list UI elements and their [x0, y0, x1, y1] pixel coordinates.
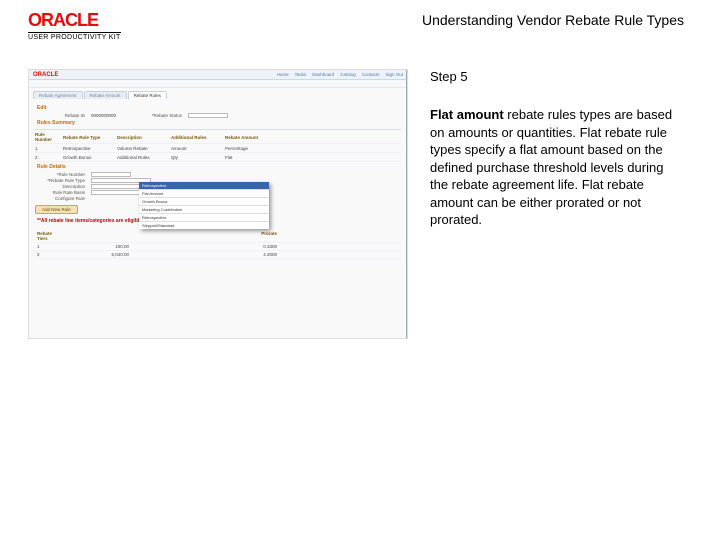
oracle-wordmark: ORACLE — [28, 10, 121, 31]
instruction-panel: Step 5 Flat amount rebate rules types ar… — [430, 69, 680, 339]
td: Additional Rules — [117, 155, 165, 160]
rules-table: Rule Number Rebate Rule Type Description… — [35, 129, 401, 162]
app-logo: ORACLE — [33, 72, 58, 78]
section-heading: Rule Details — [37, 164, 401, 170]
field-label: *Rebate Status — [122, 113, 182, 118]
embedded-screenshot: ORACLE Home Tasks Dashboard Catalog Cont… — [28, 69, 408, 339]
dropdown-selected: Retrospective — [139, 182, 269, 189]
field-label: Rule Rate Basis — [35, 190, 85, 195]
td: 100.00 — [69, 244, 129, 249]
td: Growth Bonus — [63, 155, 111, 160]
brand-logo: ORACLE USER PRODUCTIVITY KIT — [28, 10, 121, 41]
td: 0.3300 — [217, 244, 277, 249]
td: Volume Rebate — [117, 146, 165, 151]
td: Retrospective — [63, 146, 111, 151]
field-input — [91, 172, 131, 177]
td: 1 — [37, 244, 55, 249]
tab: Rebate Amount — [84, 91, 127, 99]
lead-term: Flat amount — [430, 107, 504, 122]
add-rule-button: Add New Rule — [35, 205, 78, 214]
th: Description — [117, 135, 165, 140]
page-title: Understanding Vendor Rebate Rule Types — [422, 10, 684, 28]
td: Qty — [171, 155, 219, 160]
th: Rule Number — [35, 132, 57, 142]
field-label: Configure Rule — [35, 196, 85, 201]
section-heading: Rules Summary — [37, 120, 401, 126]
tab: Rebate Agreement — [33, 91, 83, 99]
dropdown-option: Growth Bonus — [139, 197, 269, 205]
nav-item: Home — [277, 72, 289, 77]
td: 2 — [35, 155, 57, 160]
step-label: Step 5 — [430, 69, 680, 84]
field-label: Rebate ID — [35, 113, 85, 118]
dropdown-option: Flat Amount — [139, 189, 269, 197]
th: Additional Rules — [171, 135, 219, 140]
nav-item: Contacts — [362, 72, 380, 77]
field-value: 0000000000 — [91, 113, 116, 118]
field-label: Description — [35, 184, 85, 189]
nav-item: Tasks — [295, 72, 307, 77]
instruction-text: Flat amount rebate rules types are based… — [430, 106, 680, 229]
td: Flat — [225, 155, 273, 160]
td: Percentage — [225, 146, 273, 151]
th: Rebate Amount — [225, 135, 273, 140]
upk-subtitle: USER PRODUCTIVITY KIT — [28, 32, 121, 41]
app-nav: Home Tasks Dashboard Catalog Contacts Si… — [277, 72, 403, 77]
th: Rebate Rule Type — [63, 135, 111, 140]
dropdown-option: Retrospective — [139, 213, 269, 221]
td: Amount — [171, 146, 219, 151]
td: 4.3000 — [217, 252, 277, 257]
dropdown-option: Stepped/Standard — [139, 221, 269, 229]
th: Rebate Tiers — [37, 231, 55, 241]
nav-item: Sign Out — [385, 72, 403, 77]
dropdown-popup: Retrospective Flat Amount Growth Bonus M… — [139, 182, 269, 229]
td: 5,040.00 — [69, 252, 129, 257]
field-label: *Rebate Rule Type — [35, 178, 85, 183]
tiers-table: Rebate Tiers Prorate 1 100.00 0.3300 2 5… — [35, 230, 401, 259]
th: Prorate — [217, 231, 277, 241]
field-label: *Rule Number — [35, 172, 85, 177]
nav-item: Dashboard — [312, 72, 334, 77]
tab-bar: Rebate Agreement Rebate Amount Rebate Ru… — [33, 91, 403, 99]
tab-active: Rebate Rules — [128, 91, 167, 99]
dropdown-option: Marketing Contribution — [139, 205, 269, 213]
td: 2 — [37, 252, 55, 257]
field-input — [188, 113, 228, 118]
section-heading: Edit — [37, 105, 401, 111]
instruction-body: rebate rules types are based on amounts … — [430, 107, 672, 227]
td: 1 — [35, 146, 57, 151]
nav-item: Catalog — [340, 72, 356, 77]
